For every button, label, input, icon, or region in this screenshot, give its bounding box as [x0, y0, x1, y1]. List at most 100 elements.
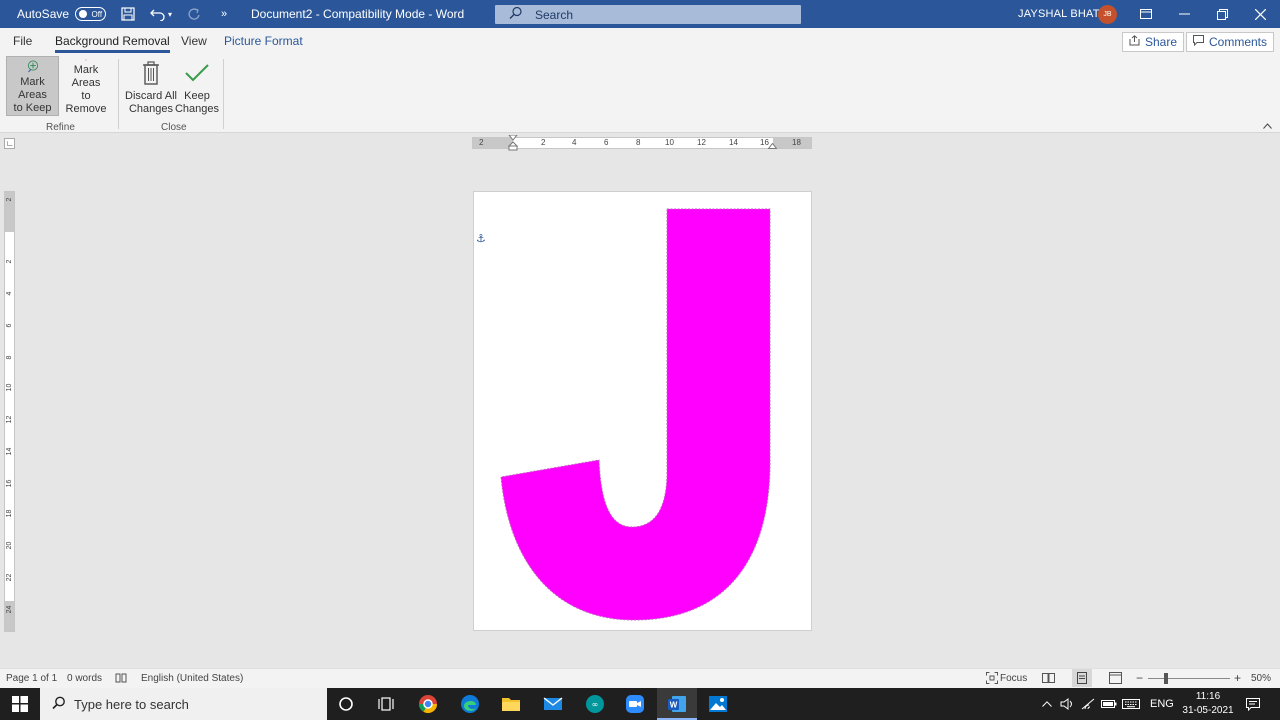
mark-keep-label-1: Mark Areas: [18, 76, 47, 101]
mark-areas-to-remove-button[interactable]: Mark Areas to Remove: [60, 56, 112, 116]
ruler-tick: 10: [6, 383, 13, 392]
mark-keep-icon: [27, 60, 38, 73]
ribbon-display-options-icon[interactable]: [1128, 0, 1164, 28]
ruler-tick: 6: [6, 323, 13, 328]
comments-button[interactable]: Comments: [1186, 32, 1275, 52]
edge-icon[interactable]: [458, 692, 482, 716]
mail-icon[interactable]: [541, 692, 565, 716]
arduino-icon[interactable]: ∞: [583, 692, 607, 716]
clock-time: 11:16: [1195, 691, 1221, 702]
cortana-icon[interactable]: [334, 692, 358, 716]
share-button[interactable]: Share: [1122, 32, 1185, 52]
comment-icon: [1193, 35, 1204, 49]
page-count[interactable]: Page 1 of 1: [6, 673, 57, 684]
word-app-icon[interactable]: W: [657, 692, 697, 720]
tab-view[interactable]: View: [181, 34, 207, 48]
user-name[interactable]: JAYSHAL BHATT: [1018, 0, 1107, 28]
input-language[interactable]: ENG: [1150, 688, 1174, 720]
vertical-ruler[interactable]: 2 2 4 6 8 10 12 14 16 18 20 22 24: [4, 191, 15, 632]
save-icon[interactable]: [120, 6, 136, 22]
taskbar-search-box[interactable]: Type here to search: [40, 688, 327, 720]
ruler-tick: 8: [636, 138, 641, 147]
autosave-toggle[interactable]: Off: [75, 7, 107, 21]
ruler-tick: 6: [604, 138, 609, 147]
volume-icon[interactable]: [1060, 688, 1074, 720]
ruler-tick: 2: [6, 259, 13, 264]
system-clock[interactable]: 11:16 31-05-2021: [1178, 690, 1238, 718]
ruler-tick: 12: [697, 138, 706, 147]
zoom-level[interactable]: 50%: [1251, 673, 1271, 684]
notifications-icon[interactable]: [1246, 688, 1260, 720]
comments-label: Comments: [1209, 35, 1268, 49]
letter-j-image[interactable]: [474, 192, 813, 632]
share-label: Share: [1145, 35, 1178, 49]
ruler-tick: 2: [479, 138, 484, 147]
mark-remove-icon: [85, 59, 87, 61]
discard-all-changes-button[interactable]: Discard All Changes: [125, 56, 177, 116]
focus-mode-button[interactable]: Focus: [1000, 673, 1027, 684]
task-view-icon[interactable]: [374, 692, 398, 716]
ribbon-tabs: File Background Removal View Picture For…: [0, 28, 1280, 55]
proofing-icon[interactable]: [115, 672, 127, 687]
web-layout-icon[interactable]: [1109, 672, 1122, 687]
avatar[interactable]: JB: [1098, 5, 1117, 24]
tab-background-removal[interactable]: Background Removal: [55, 34, 170, 53]
redo-icon[interactable]: [186, 6, 202, 22]
indent-marker-icon[interactable]: [508, 135, 518, 151]
keep-region: [500, 208, 771, 621]
collapse-ribbon-icon[interactable]: [1263, 121, 1272, 132]
tab-file[interactable]: File: [13, 34, 32, 48]
discard-label-2: Changes: [128, 103, 174, 115]
windows-start-icon[interactable]: [0, 688, 40, 720]
print-layout-icon[interactable]: [1072, 669, 1092, 687]
zoom-app-icon[interactable]: [623, 692, 647, 716]
keep-changes-button[interactable]: Keep Changes: [174, 56, 220, 116]
zoom-out-button[interactable]: −: [1136, 671, 1143, 685]
document-title: Document2 - Compatibility Mode - Word: [251, 7, 465, 21]
file-explorer-icon[interactable]: [499, 692, 523, 716]
mark-areas-to-keep-button[interactable]: Mark Areas to Keep: [6, 56, 59, 116]
undo-icon[interactable]: [150, 6, 166, 22]
checkmark-icon: [185, 64, 209, 82]
word-count[interactable]: 0 words: [67, 673, 102, 684]
document-page[interactable]: ⚓: [473, 191, 812, 631]
read-mode-icon[interactable]: [1042, 672, 1055, 687]
group-separator: [223, 59, 224, 129]
right-indent-marker-icon[interactable]: [768, 143, 777, 149]
more-commands-icon[interactable]: »: [216, 6, 232, 22]
keep-label-2: Changes: [174, 103, 220, 115]
close-icon[interactable]: [1242, 0, 1278, 28]
zoom-slider-thumb[interactable]: [1164, 673, 1168, 684]
ruler-tick: 2: [6, 197, 13, 202]
network-icon[interactable]: [1081, 688, 1095, 720]
search-box[interactable]: Search: [495, 5, 801, 24]
keyboard-icon[interactable]: [1122, 688, 1140, 720]
ruler-tick: 18: [792, 138, 801, 147]
discard-label-1: Discard All: [125, 90, 177, 102]
share-icon: [1129, 35, 1140, 49]
taskbar-search-placeholder: Type here to search: [74, 696, 189, 712]
zoom-slider-track[interactable]: [1148, 678, 1230, 679]
ruler-tick: 14: [6, 447, 13, 456]
restore-icon[interactable]: [1204, 0, 1240, 28]
ruler-tick: 12: [6, 415, 13, 424]
photos-app-icon[interactable]: [706, 692, 730, 716]
tab-selector-icon[interactable]: ∟: [4, 138, 15, 149]
chrome-icon[interactable]: [416, 692, 440, 716]
ruler-tick: 4: [6, 291, 13, 296]
focus-icon[interactable]: [986, 672, 998, 687]
ruler-tick: 2: [541, 138, 546, 147]
search-icon: [52, 696, 66, 713]
horizontal-ruler[interactable]: 2 2 4 6 8 10 12 14 16 18: [472, 135, 812, 151]
show-hidden-icons-icon[interactable]: [1042, 688, 1052, 720]
undo-dropdown-icon[interactable]: ▾: [168, 10, 172, 19]
autosave-label: AutoSave: [17, 7, 70, 21]
mark-remove-label-2: to Remove: [65, 90, 107, 115]
zoom-in-button[interactable]: +: [1234, 671, 1241, 685]
tab-picture-format[interactable]: Picture Format: [224, 34, 303, 48]
search-icon: [509, 6, 527, 23]
group-separator: [118, 59, 119, 129]
battery-icon[interactable]: [1101, 688, 1117, 720]
language-indicator[interactable]: English (United States): [141, 673, 243, 684]
minimize-icon[interactable]: [1166, 0, 1202, 28]
